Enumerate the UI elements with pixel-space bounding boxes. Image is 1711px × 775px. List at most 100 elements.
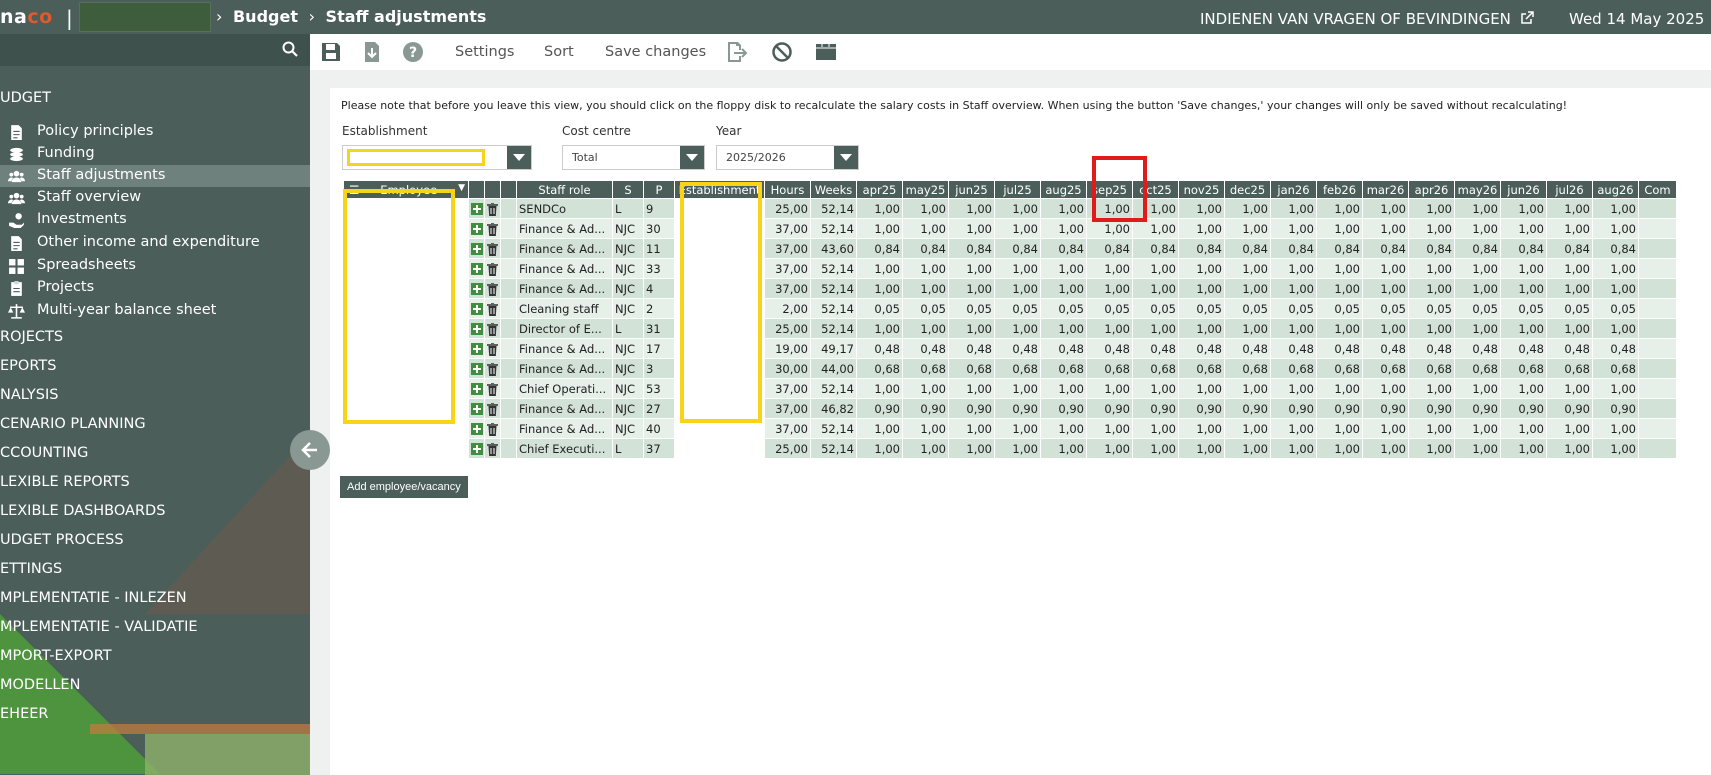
weeks-column-header[interactable]: Weeks [810, 180, 857, 199]
sidebar-section-settings[interactable]: ETTINGS [0, 561, 62, 577]
p-cell[interactable]: 11 [643, 238, 675, 259]
fte-cell[interactable]: 1,00 [856, 378, 903, 399]
fte-cell[interactable]: 1,00 [1270, 258, 1317, 279]
establishment-cell[interactable] [674, 218, 765, 239]
com-cell[interactable] [1638, 338, 1677, 359]
fte-cell[interactable]: 1,00 [1132, 318, 1179, 339]
fte-cell[interactable]: 1,00 [1132, 218, 1179, 239]
plus-icon[interactable] [470, 203, 483, 215]
fte-cell[interactable]: 0,68 [902, 358, 949, 379]
hours-cell[interactable]: 37,00 [764, 398, 811, 419]
breadcrumb-budget[interactable]: Budget [233, 7, 298, 26]
table-row[interactable]: Finance & Ad... NJC 33 37,00 52,14 1,00 1,00 1,… [343, 258, 1677, 279]
fte-cell[interactable]: 1,00 [948, 198, 995, 219]
sidebar-item-other-income[interactable]: Other income and expenditure [0, 232, 310, 254]
delete-cell[interactable] [484, 258, 501, 279]
fte-cell[interactable]: 1,00 [1408, 318, 1455, 339]
p-cell[interactable]: 40 [643, 418, 675, 439]
month-column-header[interactable]: aug26 [1592, 180, 1639, 199]
fte-cell[interactable]: 0,05 [1408, 298, 1455, 319]
fte-cell[interactable]: 1,00 [1362, 218, 1409, 239]
fte-cell[interactable]: 0,90 [1316, 398, 1363, 419]
staff-role-cell[interactable]: Finance & Ad... [516, 218, 613, 239]
cost-centre-select[interactable]: Total [562, 145, 705, 170]
p-cell[interactable]: 3 [643, 358, 675, 379]
collapse-sidebar-button[interactable] [290, 430, 330, 470]
staff-role-column-header[interactable]: Staff role [516, 180, 613, 199]
month-column-header[interactable]: jun25 [948, 180, 995, 199]
fte-cell[interactable]: 0,68 [1270, 358, 1317, 379]
fte-cell[interactable]: 1,00 [1178, 318, 1225, 339]
com-cell[interactable] [1638, 378, 1677, 399]
add-cell[interactable] [468, 198, 485, 219]
fte-cell[interactable]: 1,00 [1546, 258, 1593, 279]
fte-cell[interactable]: 1,00 [1224, 318, 1271, 339]
fte-cell[interactable]: 1,00 [1546, 198, 1593, 219]
fte-cell[interactable]: 1,00 [1178, 438, 1225, 459]
fte-cell[interactable]: 1,00 [1454, 318, 1501, 339]
establishment-select[interactable] [342, 145, 532, 170]
staff-role-cell[interactable]: Finance & Ad... [516, 278, 613, 299]
employee-cell[interactable] [343, 358, 469, 379]
establishment-cell[interactable] [674, 358, 765, 379]
fte-cell[interactable]: 1,00 [994, 318, 1041, 339]
p-cell[interactable]: 17 [643, 338, 675, 359]
fte-cell[interactable]: 1,00 [1178, 198, 1225, 219]
fte-cell[interactable]: 1,00 [1224, 438, 1271, 459]
sidebar-section-budget-process[interactable]: UDGET PROCESS [0, 532, 124, 548]
fte-cell[interactable]: 1,00 [1408, 438, 1455, 459]
s-cell[interactable]: L [612, 318, 644, 339]
s-cell[interactable]: NJC [612, 338, 644, 359]
save-changes-button[interactable]: Save changes [605, 44, 706, 60]
com-cell[interactable] [1638, 298, 1677, 319]
employee-cell[interactable] [343, 218, 469, 239]
sidebar-item-funding[interactable]: Funding [0, 143, 310, 165]
fte-cell[interactable]: 1,00 [1500, 418, 1547, 439]
fte-cell[interactable]: 1,00 [948, 258, 995, 279]
month-column-header[interactable]: may25 [902, 180, 949, 199]
fte-cell[interactable]: 0,48 [1362, 338, 1409, 359]
fte-cell[interactable]: 1,00 [1500, 198, 1547, 219]
fte-cell[interactable]: 1,00 [1040, 418, 1087, 439]
weeks-cell[interactable]: 46,82 [810, 398, 857, 419]
fte-cell[interactable]: 0,84 [948, 238, 995, 259]
month-column-header[interactable]: oct25 [1132, 180, 1179, 199]
fte-cell[interactable]: 1,00 [856, 218, 903, 239]
table-row[interactable]: Chief Executi... L 37 25,00 52,14 1,00 1,00 1,0… [343, 438, 1677, 459]
sidebar-section-flexible-reports[interactable]: LEXIBLE REPORTS [0, 474, 130, 490]
hours-cell[interactable]: 25,00 [764, 198, 811, 219]
fte-cell[interactable]: 0,68 [1178, 358, 1225, 379]
s-cell[interactable]: NJC [612, 358, 644, 379]
fte-cell[interactable]: 0,05 [902, 298, 949, 319]
fte-cell[interactable]: 1,00 [1408, 258, 1455, 279]
fte-cell[interactable]: 0,84 [1454, 238, 1501, 259]
add-cell[interactable] [468, 318, 485, 339]
staff-role-cell[interactable]: Director of E... [516, 318, 613, 339]
fte-cell[interactable]: 1,00 [1040, 198, 1087, 219]
table-row[interactable]: SENDCo L 9 25,00 52,14 1,00 1,00 1,00 1,00 1,00 1,… [343, 198, 1677, 219]
fte-cell[interactable]: 1,00 [1500, 378, 1547, 399]
sidebar-section-accounting[interactable]: CCOUNTING [0, 445, 88, 461]
fte-cell[interactable]: 1,00 [1224, 418, 1271, 439]
sidebar-item-spreadsheets[interactable]: Spreadsheets [0, 255, 310, 277]
fte-cell[interactable]: 1,00 [1316, 278, 1363, 299]
add-cell[interactable] [468, 418, 485, 439]
com-cell[interactable] [1638, 218, 1677, 239]
plus-icon[interactable] [470, 363, 483, 375]
fte-cell[interactable]: 1,00 [1040, 438, 1087, 459]
fte-cell[interactable]: 1,00 [1316, 438, 1363, 459]
delete-cell[interactable] [484, 278, 501, 299]
fte-cell[interactable]: 0,84 [1040, 238, 1087, 259]
add-cell[interactable] [468, 298, 485, 319]
trash-icon[interactable] [487, 441, 498, 456]
fte-cell[interactable]: 1,00 [1408, 378, 1455, 399]
fte-cell[interactable]: 0,05 [1546, 298, 1593, 319]
fte-cell[interactable]: 1,00 [1178, 258, 1225, 279]
hours-cell[interactable]: 37,00 [764, 258, 811, 279]
fte-cell[interactable]: 0,84 [1592, 238, 1639, 259]
fte-cell[interactable]: 0,90 [948, 398, 995, 419]
fte-cell[interactable]: 1,00 [1224, 278, 1271, 299]
fte-cell[interactable]: 1,00 [1086, 278, 1133, 299]
com-cell[interactable] [1638, 278, 1677, 299]
fte-cell[interactable]: 1,00 [902, 418, 949, 439]
